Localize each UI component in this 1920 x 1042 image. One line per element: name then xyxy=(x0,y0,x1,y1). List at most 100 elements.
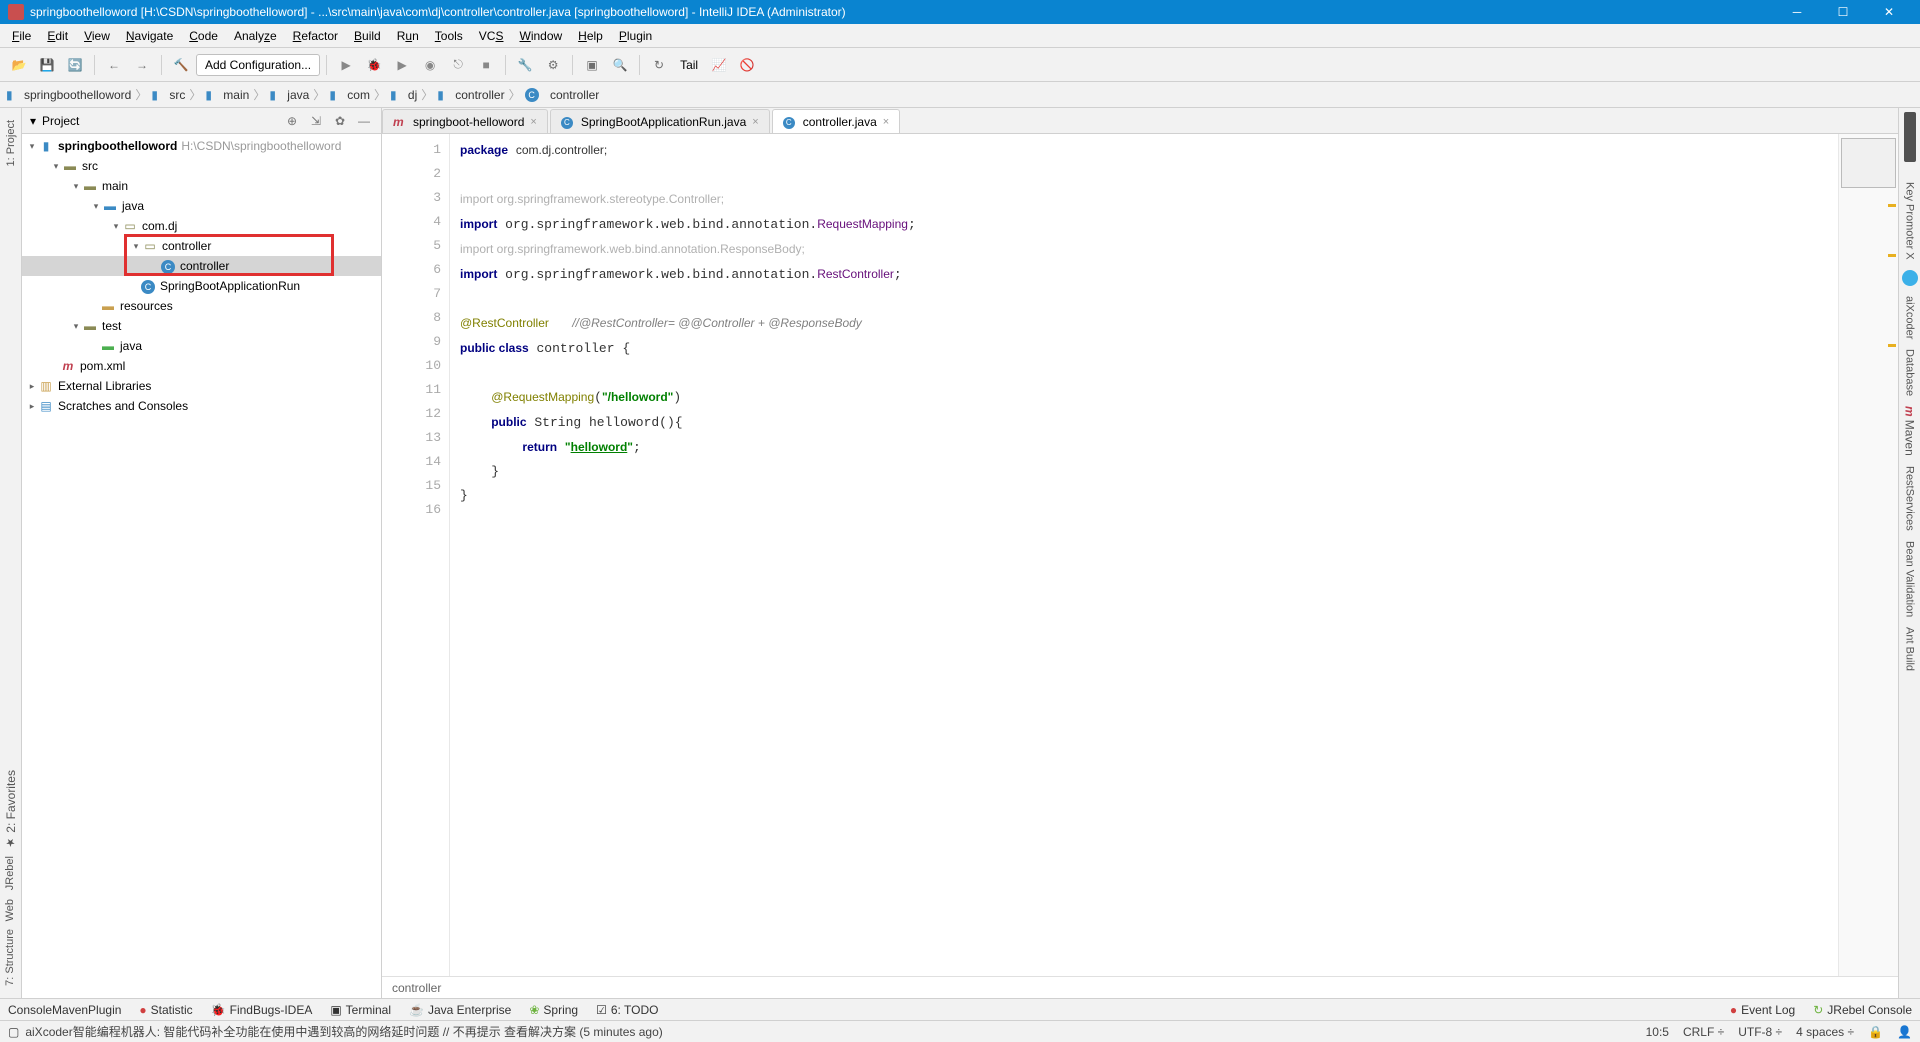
tree-controller-pkg[interactable]: ▾ ▭ controller xyxy=(22,236,381,256)
maximize-button[interactable]: ☐ xyxy=(1820,0,1866,24)
bc-java[interactable]: ▮ java xyxy=(269,88,309,102)
sync-icon[interactable]: 🔄 xyxy=(62,52,88,78)
tree-src[interactable]: ▾ ▬ src xyxy=(22,156,381,176)
minimize-button[interactable]: ─ xyxy=(1774,0,1820,24)
tab-controller[interactable]: C controller.java × xyxy=(772,109,900,133)
tool-jrebel[interactable]: JRebel xyxy=(4,856,16,890)
editor-breadcrumb-item[interactable]: controller xyxy=(392,981,441,995)
scrollbar[interactable] xyxy=(1904,112,1916,172)
chart-icon[interactable]: 📈 xyxy=(706,52,732,78)
attach-icon[interactable]: ⎋ xyxy=(445,52,471,78)
tree-scratches[interactable]: ▸ ▤ Scratches and Consoles xyxy=(22,396,381,416)
warning-marker[interactable] xyxy=(1888,344,1896,347)
run-configuration[interactable]: Add Configuration... xyxy=(196,54,320,76)
menu-analyze[interactable]: Analyze xyxy=(226,27,285,45)
tool-bean[interactable]: Bean Validation xyxy=(1904,541,1916,617)
close-icon[interactable]: × xyxy=(883,116,889,128)
chevron-right-icon[interactable]: ▸ xyxy=(26,401,38,412)
coverage-icon[interactable]: ▶ xyxy=(389,52,415,78)
status-inspector-icon[interactable]: 👤 xyxy=(1897,1025,1912,1039)
block-icon[interactable]: 🚫 xyxy=(734,52,760,78)
tree-test[interactable]: ▾ ▬ test xyxy=(22,316,381,336)
tree-external-libs[interactable]: ▸ ▥ External Libraries xyxy=(22,376,381,396)
menu-run[interactable]: Run xyxy=(389,27,427,45)
tool-favorites[interactable]: ★ 2: Favorites xyxy=(4,770,18,849)
bc-controller-pkg[interactable]: ▮ controller xyxy=(437,88,504,102)
editor-body[interactable]: 12345678910111213141516 package com.dj.c… xyxy=(382,134,1898,976)
warning-marker[interactable] xyxy=(1888,204,1896,207)
tree-test-java[interactable]: ▬ java xyxy=(22,336,381,356)
back-icon[interactable]: ← xyxy=(101,52,127,78)
bc-controller-class[interactable]: C controller xyxy=(525,88,600,102)
close-icon[interactable]: × xyxy=(752,116,758,128)
tree-resources[interactable]: ▬ resources xyxy=(22,296,381,316)
warning-marker[interactable] xyxy=(1888,254,1896,257)
tool-web[interactable]: Web xyxy=(4,899,16,921)
debug-icon[interactable]: 🐞 xyxy=(361,52,387,78)
collapse-icon[interactable]: ⇲ xyxy=(307,114,325,128)
code-minimap[interactable] xyxy=(1838,134,1898,976)
tree-java[interactable]: ▾ ▬ java xyxy=(22,196,381,216)
tool-project[interactable]: 1: Project xyxy=(5,120,17,166)
tree-comdj[interactable]: ▾ ▭ com.dj xyxy=(22,216,381,236)
tool-event-log[interactable]: ●Event Log xyxy=(1730,1003,1795,1017)
forward-icon[interactable]: → xyxy=(129,52,155,78)
status-icon[interactable]: ▢ xyxy=(8,1025,19,1039)
chevron-down-icon[interactable]: ▾ xyxy=(90,201,102,212)
menu-file[interactable]: File xyxy=(4,27,39,45)
bc-root[interactable]: ▮ springboothelloword xyxy=(6,88,131,102)
chevron-down-icon[interactable]: ▾ xyxy=(50,161,62,172)
tool-java-ee[interactable]: ☕Java Enterprise xyxy=(409,1003,511,1017)
tool-structure[interactable]: 7: Structure xyxy=(4,929,16,986)
tool-key-promoter[interactable]: Key Promoter X xyxy=(1904,182,1916,260)
sdk-icon[interactable]: ▣ xyxy=(579,52,605,78)
menu-tools[interactable]: Tools xyxy=(427,27,471,45)
hammer-icon[interactable]: 🔨 xyxy=(168,52,194,78)
hide-icon[interactable]: — xyxy=(355,114,373,128)
tool-console-maven[interactable]: ConsoleMavenPlugin xyxy=(8,1003,121,1017)
menu-code[interactable]: Code xyxy=(181,27,226,45)
tool-spring[interactable]: ❀Spring xyxy=(529,1003,578,1017)
status-lock-icon[interactable]: 🔒 xyxy=(1868,1025,1883,1039)
tab-apprun[interactable]: C SpringBootApplicationRun.java × xyxy=(550,109,770,133)
scrollbar-thumb[interactable] xyxy=(1904,112,1916,162)
tab-springboot-helloword[interactable]: m springboot-helloword × xyxy=(382,109,548,133)
menu-view[interactable]: View xyxy=(76,27,118,45)
menu-refactor[interactable]: Refactor xyxy=(285,27,346,45)
tool-terminal[interactable]: ▣Terminal xyxy=(330,1003,391,1017)
tree-main[interactable]: ▾ ▬ main xyxy=(22,176,381,196)
tool-aixcoder[interactable]: aiXcoder xyxy=(1904,296,1916,339)
menu-build[interactable]: Build xyxy=(346,27,389,45)
aixcoder-icon[interactable] xyxy=(1902,270,1918,286)
bc-main[interactable]: ▮ main xyxy=(205,88,249,102)
status-indent[interactable]: 4 spaces ÷ xyxy=(1796,1025,1854,1039)
tool-ant[interactable]: Ant Build xyxy=(1904,627,1916,671)
close-button[interactable]: ✕ xyxy=(1866,0,1912,24)
status-encoding[interactable]: UTF-8 ÷ xyxy=(1738,1025,1782,1039)
chevron-down-icon[interactable]: ▾ xyxy=(110,221,122,232)
tool-jrebel-console[interactable]: ↻JRebel Console xyxy=(1813,1003,1912,1017)
project-structure-icon[interactable]: ⚙ xyxy=(540,52,566,78)
run-icon[interactable]: ▶ xyxy=(333,52,359,78)
close-icon[interactable]: × xyxy=(530,116,536,128)
chevron-down-icon[interactable]: ▾ xyxy=(70,181,82,192)
tail-label[interactable]: Tail xyxy=(674,58,704,72)
search-icon[interactable]: 🔍 xyxy=(607,52,633,78)
menu-edit[interactable]: Edit xyxy=(39,27,76,45)
tool-database[interactable]: Database xyxy=(1904,349,1916,396)
gear-icon[interactable]: ✿ xyxy=(331,114,349,128)
menu-window[interactable]: Window xyxy=(511,27,570,45)
bc-src[interactable]: ▮ src xyxy=(151,88,185,102)
menu-navigate[interactable]: Navigate xyxy=(118,27,181,45)
chevron-down-icon[interactable]: ▾ xyxy=(26,141,38,152)
tool-statistic[interactable]: ●Statistic xyxy=(139,1003,192,1017)
open-icon[interactable]: 📂 xyxy=(6,52,32,78)
save-icon[interactable]: 💾 xyxy=(34,52,60,78)
stop-icon[interactable]: ■ xyxy=(473,52,499,78)
tool-findbugs[interactable]: 🐞FindBugs-IDEA xyxy=(211,1003,313,1017)
tree-pom[interactable]: m pom.xml xyxy=(22,356,381,376)
tool-rest[interactable]: RestServices xyxy=(1904,466,1916,531)
tree-controller-class[interactable]: C controller xyxy=(22,256,381,276)
tool-maven[interactable]: m Maven xyxy=(1903,406,1917,456)
project-dropdown-icon[interactable]: ▾ xyxy=(30,114,36,128)
